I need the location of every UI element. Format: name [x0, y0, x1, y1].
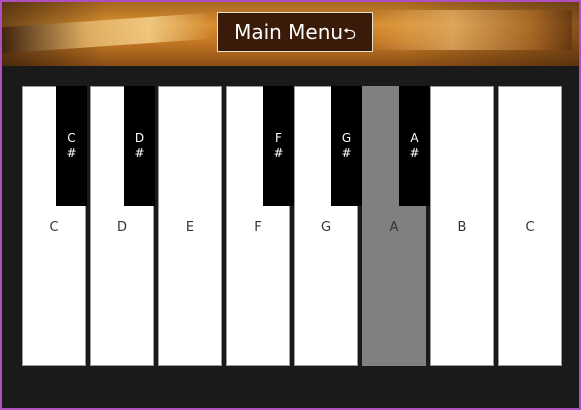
- key-label: A #: [409, 131, 420, 160]
- key-label: C #: [66, 131, 77, 160]
- return-arrow-icon: ⮌: [343, 24, 356, 43]
- key-label: D: [116, 220, 127, 235]
- piano-key-c-sharp[interactable]: C #: [56, 86, 87, 206]
- piano-key-f-sharp[interactable]: F #: [263, 86, 294, 206]
- main-menu-button[interactable]: Main Menu⮌: [217, 12, 373, 52]
- key-label: F: [254, 220, 262, 235]
- piano-keyboard: C D E F G A B C C # D # F # G # A #: [22, 86, 564, 366]
- banner-decoration: [2, 12, 212, 54]
- piano-key-c-high[interactable]: C: [498, 86, 562, 366]
- piano-key-g-sharp[interactable]: G #: [331, 86, 362, 206]
- piano-key-b[interactable]: B: [430, 86, 494, 366]
- piano-key-d-sharp[interactable]: D #: [124, 86, 155, 206]
- key-label: G: [320, 220, 332, 235]
- piano-app-window: Main Menu⮌ C D E F G A B C C # D # F # G…: [0, 0, 581, 410]
- key-label: C: [49, 220, 59, 235]
- piano-key-a-sharp[interactable]: A #: [399, 86, 430, 206]
- key-label: C: [525, 220, 535, 235]
- banner-decoration: [372, 10, 572, 50]
- key-label: A: [389, 220, 399, 235]
- piano-key-e[interactable]: E: [158, 86, 222, 366]
- key-label: B: [457, 220, 467, 235]
- header-banner: Main Menu⮌: [2, 2, 579, 66]
- key-label: E: [185, 220, 195, 235]
- key-label: D #: [134, 131, 145, 160]
- main-menu-label: Main Menu: [234, 20, 344, 44]
- key-label: F #: [273, 131, 284, 160]
- key-label: G #: [341, 131, 352, 160]
